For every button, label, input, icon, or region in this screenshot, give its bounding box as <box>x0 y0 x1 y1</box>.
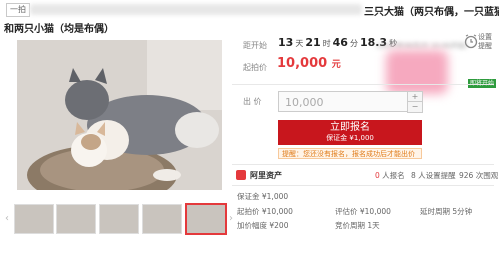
main-product-image[interactable] <box>17 40 222 190</box>
reminder-stat-label: 人设置提醒 <box>418 171 456 180</box>
registered-label: 人报名 <box>382 171 405 180</box>
thumb-prev-icon[interactable]: ‹ <box>3 205 11 231</box>
set-reminder-label[interactable]: 设置提醒 <box>478 33 494 51</box>
price-unit: 元 <box>331 60 341 70</box>
views-label: 次围观 <box>475 171 499 180</box>
divider <box>232 164 494 165</box>
detail-value: ¥200 <box>269 221 289 230</box>
bid-minus-button[interactable]: − <box>407 101 423 113</box>
thumb-next-icon[interactable]: › <box>227 205 235 231</box>
detail-value: ¥10,000 <box>261 207 293 216</box>
platform-logo-icon <box>236 170 246 180</box>
item-title-line1: 三只大猫（两只布偶，一只蓝猫） <box>364 7 499 18</box>
register-button[interactable]: 立即报名 保证金 ¥1,000 <box>278 120 422 145</box>
register-label: 立即报名 <box>330 122 370 133</box>
redaction-overlay <box>386 50 448 94</box>
thumbnail[interactable] <box>56 204 96 234</box>
thumbnail[interactable] <box>142 204 182 234</box>
detail-bid-period: 竞价周期 1天 <box>335 220 380 231</box>
registered-count: 0 <box>375 171 380 180</box>
detail-value: ¥10,000 <box>359 207 391 216</box>
detail-label: 保证金 <box>237 192 260 201</box>
detail-label: 评估价 <box>335 207 358 216</box>
detail-label: 加价幅度 <box>237 221 267 230</box>
bid-amount-input[interactable]: 10,000 <box>278 91 420 112</box>
price-value: 10,000 <box>277 56 328 71</box>
detail-label: 起拍价 <box>237 207 260 216</box>
platform-name: 阿里资产 <box>250 171 282 180</box>
days-unit: 天 <box>295 39 304 48</box>
divider <box>232 185 494 186</box>
countdown-minutes: 46 <box>332 36 348 49</box>
starting-price: 10,000 元 <box>277 56 341 71</box>
cat-photo-icon <box>17 40 222 190</box>
detail-value: 1天 <box>367 221 380 230</box>
divider <box>232 84 494 85</box>
registered-stat: 0 人报名 <box>375 170 405 181</box>
thumbnail-selected[interactable] <box>185 203 227 235</box>
auction-type-tag: 一拍 <box>6 3 30 17</box>
detail-label: 延时周期 <box>420 207 450 216</box>
detail-start-price: 起拍价 ¥10,000 <box>237 206 293 217</box>
detail-label: 竞价周期 <box>335 221 365 230</box>
detail-value: 5分钟 <box>452 207 473 216</box>
item-title-line2: 和两只小猫（均是布偶） <box>4 24 114 35</box>
detail-appraisal: 评估价 ¥10,000 <box>335 206 391 217</box>
hours-unit: 时 <box>322 39 331 48</box>
reminder-stat: 8 人设置提醒 <box>411 170 456 181</box>
views-count: 926 <box>459 171 474 180</box>
notice-bar: 提醒：您还没有报名，报名成功后才能出价 <box>278 148 422 159</box>
countdown-days: 13 <box>278 36 294 49</box>
thumbnail[interactable] <box>14 204 54 234</box>
title-redacted <box>30 4 362 15</box>
countdown-hours: 21 <box>305 36 321 49</box>
bid-label: 出 价 <box>243 97 262 106</box>
minutes-unit: 分 <box>349 39 358 48</box>
detail-deposit: 保证金 ¥1,000 <box>237 191 288 202</box>
thumbnail[interactable] <box>99 204 139 234</box>
price-label: 起拍价 <box>243 63 267 72</box>
detail-value: ¥1,000 <box>261 192 289 201</box>
detail-increment: 加价幅度 ¥200 <box>237 220 288 231</box>
reminder-count: 8 <box>411 171 416 180</box>
deposit-label: 保证金 ¥1,000 <box>326 134 374 142</box>
detail-delay-period: 延时周期 5分钟 <box>420 206 472 217</box>
countdown-label: 距开始 <box>243 41 267 50</box>
alarm-clock-icon[interactable] <box>463 33 479 49</box>
views-stat: 926 次围观 <box>459 170 498 181</box>
